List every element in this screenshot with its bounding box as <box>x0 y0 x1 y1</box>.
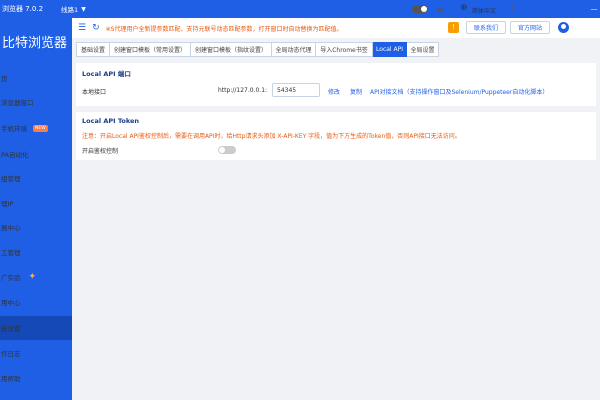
sidebar-item-label: 用中心 <box>1 299 21 307</box>
local-api-card: Local API 端口 本地接口 http://127.0.0.1: 5434… <box>76 63 596 106</box>
sidebar-item-extensions[interactable]: 展中心 <box>0 215 72 239</box>
refresh-icon[interactable]: ↻ <box>92 23 100 33</box>
auth-control-label: 开启鉴权控制 <box>82 148 119 155</box>
sidebar-item-lab[interactable]: 广实验 ✦ <box>0 265 72 289</box>
new-badge: NEW <box>33 124 48 132</box>
port-input[interactable]: 54345 <box>272 83 320 97</box>
sidebar-item-proxy-ip[interactable]: 理IP <box>0 191 72 215</box>
sidebar-item-mobile-env[interactable]: 手机环境 NEW <box>0 116 72 140</box>
minimize-icon[interactable]: — <box>588 0 600 18</box>
sidebar-item-label: 作日志 <box>1 350 21 358</box>
auth-control-switch[interactable] <box>218 146 236 154</box>
local-api-title: Local API 端口 <box>82 70 131 78</box>
menu-collapse-icon[interactable]: ☰ <box>78 23 86 33</box>
sidebar-item-label: 页 <box>1 75 8 83</box>
sidebar-item-app-center[interactable]: 用中心 <box>0 290 72 314</box>
sidebar-item-staff[interactable]: 工管理 <box>0 240 72 264</box>
port-label: 本地接口 <box>82 89 107 96</box>
tab-import-bookmarks[interactable]: 导入Chrome书签 <box>316 42 373 57</box>
notice-badge[interactable]: ! <box>448 22 459 33</box>
cloud-sync-icon[interactable]: ☁ <box>436 4 444 13</box>
sidebar-item-label: 展中心 <box>1 224 21 232</box>
tab-template-common[interactable]: 创建窗口模板（常用设置） <box>110 42 191 57</box>
copy-link[interactable]: 复制 <box>350 87 362 96</box>
sidebar-item-label: 工管理 <box>1 249 21 257</box>
sidebar-item-logs[interactable]: 作日志 <box>0 341 72 365</box>
notice-text: ※S代理用户全新提参数匹配，支持元联号动态匹配参数，打开窗口时自动替换为匹配值。 <box>105 25 343 33</box>
more-icon[interactable]: ⋮ <box>508 3 517 13</box>
sidebar-item-label: 广实验 <box>1 274 21 282</box>
tab-local-api[interactable]: Local API <box>373 42 407 57</box>
tab-basic[interactable]: 基础设置 <box>76 42 110 57</box>
sidebar-item-label: 用帮助 <box>1 375 21 383</box>
sidebar-item-label: PA自动化 <box>1 151 29 159</box>
settings-tabs: 基础设置 创建窗口模板（常用设置） 创建窗口模板（指纹设置） 全局动态代理 导入… <box>76 42 439 57</box>
sidebar-item-label: 浏览器窗口 <box>1 99 34 107</box>
tab-global-settings[interactable]: 全局设置 <box>407 42 439 57</box>
modify-link[interactable]: 修改 <box>328 87 340 96</box>
sidebar-item-settings[interactable]: 统设置 <box>0 316 72 340</box>
sidebar-item-groups[interactable]: 组管理 <box>0 166 72 190</box>
sparkle-icon: ✦ <box>28 272 37 282</box>
content-header: ☰ ↻ ※S代理用户全新提参数匹配，支持元联号动态匹配参数，打开窗口时自动替换为… <box>72 18 600 38</box>
language-selector[interactable]: 简体中文 <box>472 6 496 15</box>
sidebar-item-label: 统设置 <box>1 325 21 333</box>
app-logo: 比特浏览器 <box>2 36 68 51</box>
sidebar-item-label: 理IP <box>1 200 14 208</box>
app-title: 浏览器 7.0.2 <box>2 5 44 13</box>
sidebar-item-browser-windows[interactable]: 浏览器窗口 <box>0 90 72 114</box>
api-docs-link[interactable]: API对接文档（支持操作窗口及Selenium/Puppeteer自动化脚本） <box>370 87 548 96</box>
sidebar-item-label: 手机环境 <box>1 125 27 133</box>
tab-template-fingerprint[interactable]: 创建窗口模板（指纹设置） <box>191 42 272 57</box>
api-token-card: Local API Token 注意：开启Local API鉴权控制后，需要在调… <box>76 112 596 160</box>
url-prefix: http://127.0.0.1: <box>218 87 268 94</box>
auth-warning: 注意：开启Local API鉴权控制后，需要在调用API时，给Http请求头添加… <box>82 133 461 140</box>
contact-us-button[interactable]: 联系我们 <box>466 21 506 34</box>
official-site-button[interactable]: 官方网站 <box>510 21 550 34</box>
api-token-title: Local API Token <box>82 117 140 125</box>
avatar[interactable] <box>558 22 569 33</box>
tab-global-proxy[interactable]: 全局动态代理 <box>272 42 316 57</box>
sidebar-item-rpa[interactable]: PA自动化 <box>0 142 72 166</box>
chevron-down-icon[interactable]: ▼ <box>81 6 86 13</box>
globe-icon[interactable]: ⊕ <box>460 3 468 13</box>
line-selector[interactable]: 线路1 <box>61 4 78 14</box>
sidebar-item-help[interactable]: 用帮助 <box>0 366 72 390</box>
theme-toggle-icon[interactable] <box>412 5 428 13</box>
sidebar-item-home[interactable]: 页 <box>0 66 72 90</box>
sidebar-item-label: 组管理 <box>1 175 21 183</box>
